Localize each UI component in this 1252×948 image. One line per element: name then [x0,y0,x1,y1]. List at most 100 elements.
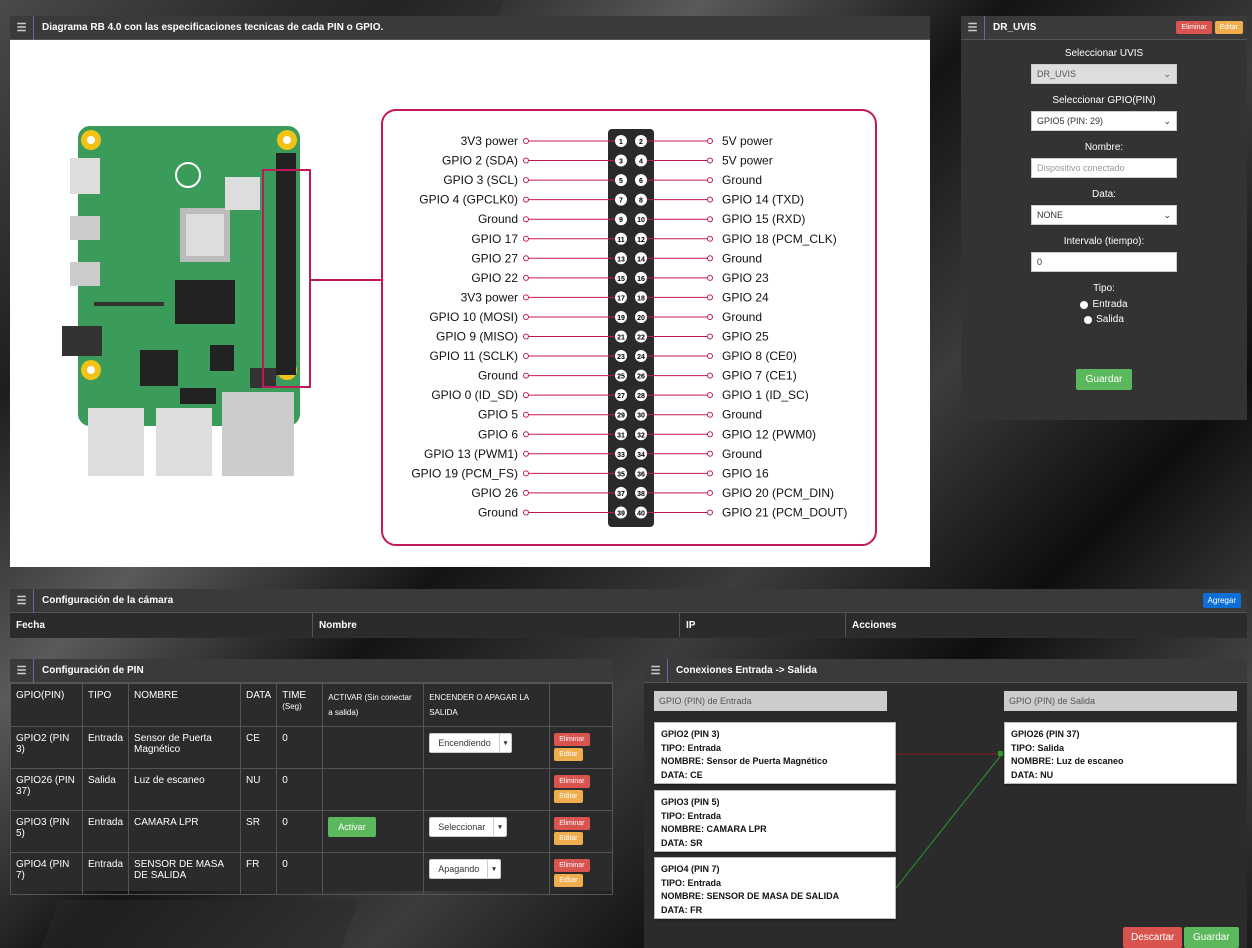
cell-nombre: SENSOR DE MASA DE SALIDA [134,859,224,881]
cell-encender: Apagando ▾ [423,852,551,895]
type-label: Tipo: [1093,283,1115,294]
state-dropdown[interactable]: Apagando ▾ [429,859,501,879]
caret-down-icon: ▾ [487,860,500,878]
cell-time-cell: 0 [276,768,324,811]
cell-time: 0 [282,775,288,786]
panel-header: ☰ Diagrama RB 4.0 con las especificacion… [10,15,930,40]
delete-button[interactable]: Eliminar [554,775,590,788]
panel-header: ☰ DR_UVIS Eliminar Editar [961,15,1247,40]
cell-gpio-cell: GPIO3 (PIN 5) [10,810,83,853]
menu-icon[interactable]: ☰ [10,588,34,613]
cell-time: 0 [282,859,288,870]
edit-button[interactable]: Editar [554,832,583,845]
cell-gpio-cell: GPIO4 (PIN 7) [10,852,83,895]
state-dropdown[interactable]: Seleccionar ▾ [429,817,507,837]
pin-label-left: GPIO 11 (SCLK) [430,349,518,363]
pin-label-right: GPIO 24 [722,290,769,304]
pin-label-left: GPIO 3 (SCL) [443,173,518,187]
radio-entrada[interactable]: Entrada [1080,299,1128,310]
delete-button[interactable]: Eliminar [554,859,590,872]
cell-data: NU [246,775,261,786]
col-ip[interactable]: IP [680,613,846,637]
connections-panel: ☰ Conexiones Entrada -> Salida GPIO (PIN… [644,658,1247,948]
pin-label-right: GPIO 16 [722,466,769,480]
name-input[interactable]: Dispositivo conectado [1031,158,1177,178]
state-dropdown-value: Seleccionar [438,822,486,832]
pin-number-left-text: 11 [617,237,625,244]
select-gpio[interactable]: GPIO5 (PIN: 29) ⌄ [1031,111,1177,131]
col-nombre[interactable]: Nombre [313,613,680,637]
cell-actions: Eliminar Editar [549,726,613,769]
radio-salida[interactable]: Salida [1084,314,1124,325]
menu-icon[interactable]: ☰ [961,15,985,40]
select-gpio-value: GPIO5 (PIN: 29) [1037,116,1104,126]
pin-dot-left [523,274,529,281]
card-gpio: GPIO3 (PIN 5) [661,797,720,807]
pin-number-right-text: 8 [639,198,643,205]
pin-label-left: 3V3 power [461,290,518,304]
delete-button[interactable]: Eliminar [1176,21,1212,34]
pin-dot-right [707,333,713,340]
pin-number-left-text: 5 [619,178,623,185]
edit-button[interactable]: Editar [554,790,583,803]
pin-label-right: Ground [722,251,762,265]
add-button[interactable]: Agregar [1202,593,1241,608]
edit-button[interactable]: Editar [554,874,583,887]
card-gpio: GPIO4 (PIN 7) [661,864,720,874]
name-label: Nombre: [1084,142,1124,153]
pin-dot-left [523,353,529,360]
pin-dot-left [523,333,529,340]
select-uvis[interactable]: DR_UVIS ⌄ [1031,64,1177,84]
activar-button[interactable]: Activar [328,817,376,837]
pin-dot-left [523,216,529,223]
pin-dot-left [523,372,529,379]
cell-data: SR [246,817,260,828]
save-button[interactable]: Guardar [1184,927,1239,948]
save-button[interactable]: Guardar [1075,369,1133,390]
pin-dot-left [523,509,529,516]
delete-button[interactable]: Eliminar [554,733,590,746]
col-tipo: TIPO [81,683,130,727]
pin-label-right: GPIO 12 (PWM0) [722,427,816,441]
radio-icon [1084,315,1093,324]
cell-tipo: Entrada [88,859,124,870]
card-nombre: NOMBRE: Sensor de Puerta Magnético [661,756,828,766]
pin-number-left-text: 29 [617,413,625,420]
col-fecha[interactable]: Fecha [10,613,313,637]
menu-icon[interactable]: ☰ [10,658,34,683]
output-card-1[interactable]: GPIO26 (PIN 37) TIPO: Salida NOMBRE: Luz… [1004,722,1237,784]
cell-data-cell: SR [240,810,278,853]
interval-input[interactable]: 0 [1031,252,1177,272]
pin-number-left-text: 31 [617,432,625,439]
cell-time-cell: 0 [276,852,324,895]
pin-number-left-text: 21 [617,335,625,342]
col-acciones[interactable]: Acciones [846,613,1247,637]
delete-button[interactable]: Eliminar [554,817,590,830]
state-dropdown[interactable]: Encendiendo ▾ [429,733,513,753]
input-card-3[interactable]: GPIO4 (PIN 7) TIPO: Entrada NOMBRE: SENS… [654,857,896,919]
card-tipo: TIPO: Entrada [661,742,722,753]
pin-number-left-text: 19 [617,315,625,322]
edit-button[interactable]: Editar [554,748,583,761]
pin-number-right-text: 2 [639,139,643,146]
pin-number-left-text: 15 [617,276,625,283]
cell-data-cell: FR [240,852,278,895]
gpio-diagram-panel: ☰ Diagrama RB 4.0 con las especificacion… [10,15,930,567]
edit-button[interactable]: Editar [1214,21,1243,34]
data-select[interactable]: NONE ⌄ [1031,205,1177,225]
cell-tipo-cell: Entrada [81,726,130,769]
panel-title: Configuración de la cámara [42,595,174,606]
camera-config-panel: ☰ Configuración de la cámara Agregar Fec… [10,588,1247,638]
cell-activar [322,726,425,769]
pin-label-left: GPIO 13 (PWM1) [424,447,518,461]
pin-label-right: Ground [722,310,762,324]
raspberry-pi-diagram: 3V3 power 1 2 5V powerGPIO 2 (SDA) 3 4 5V powe… [62,109,877,546]
cell-activar [322,768,425,811]
input-card-1[interactable]: GPIO2 (PIN 3) TIPO: Entrada NOMBRE: Sens… [654,722,896,784]
pin-label-left: Ground [478,212,518,226]
menu-icon[interactable]: ☰ [10,15,34,40]
input-card-2[interactable]: GPIO3 (PIN 5) TIPO: Entrada NOMBRE: CAMA… [654,790,896,852]
cell-nombre: Luz de escaneo [134,775,205,786]
pin-number-right-text: 36 [637,471,645,478]
discard-button[interactable]: Descartar [1123,927,1183,948]
